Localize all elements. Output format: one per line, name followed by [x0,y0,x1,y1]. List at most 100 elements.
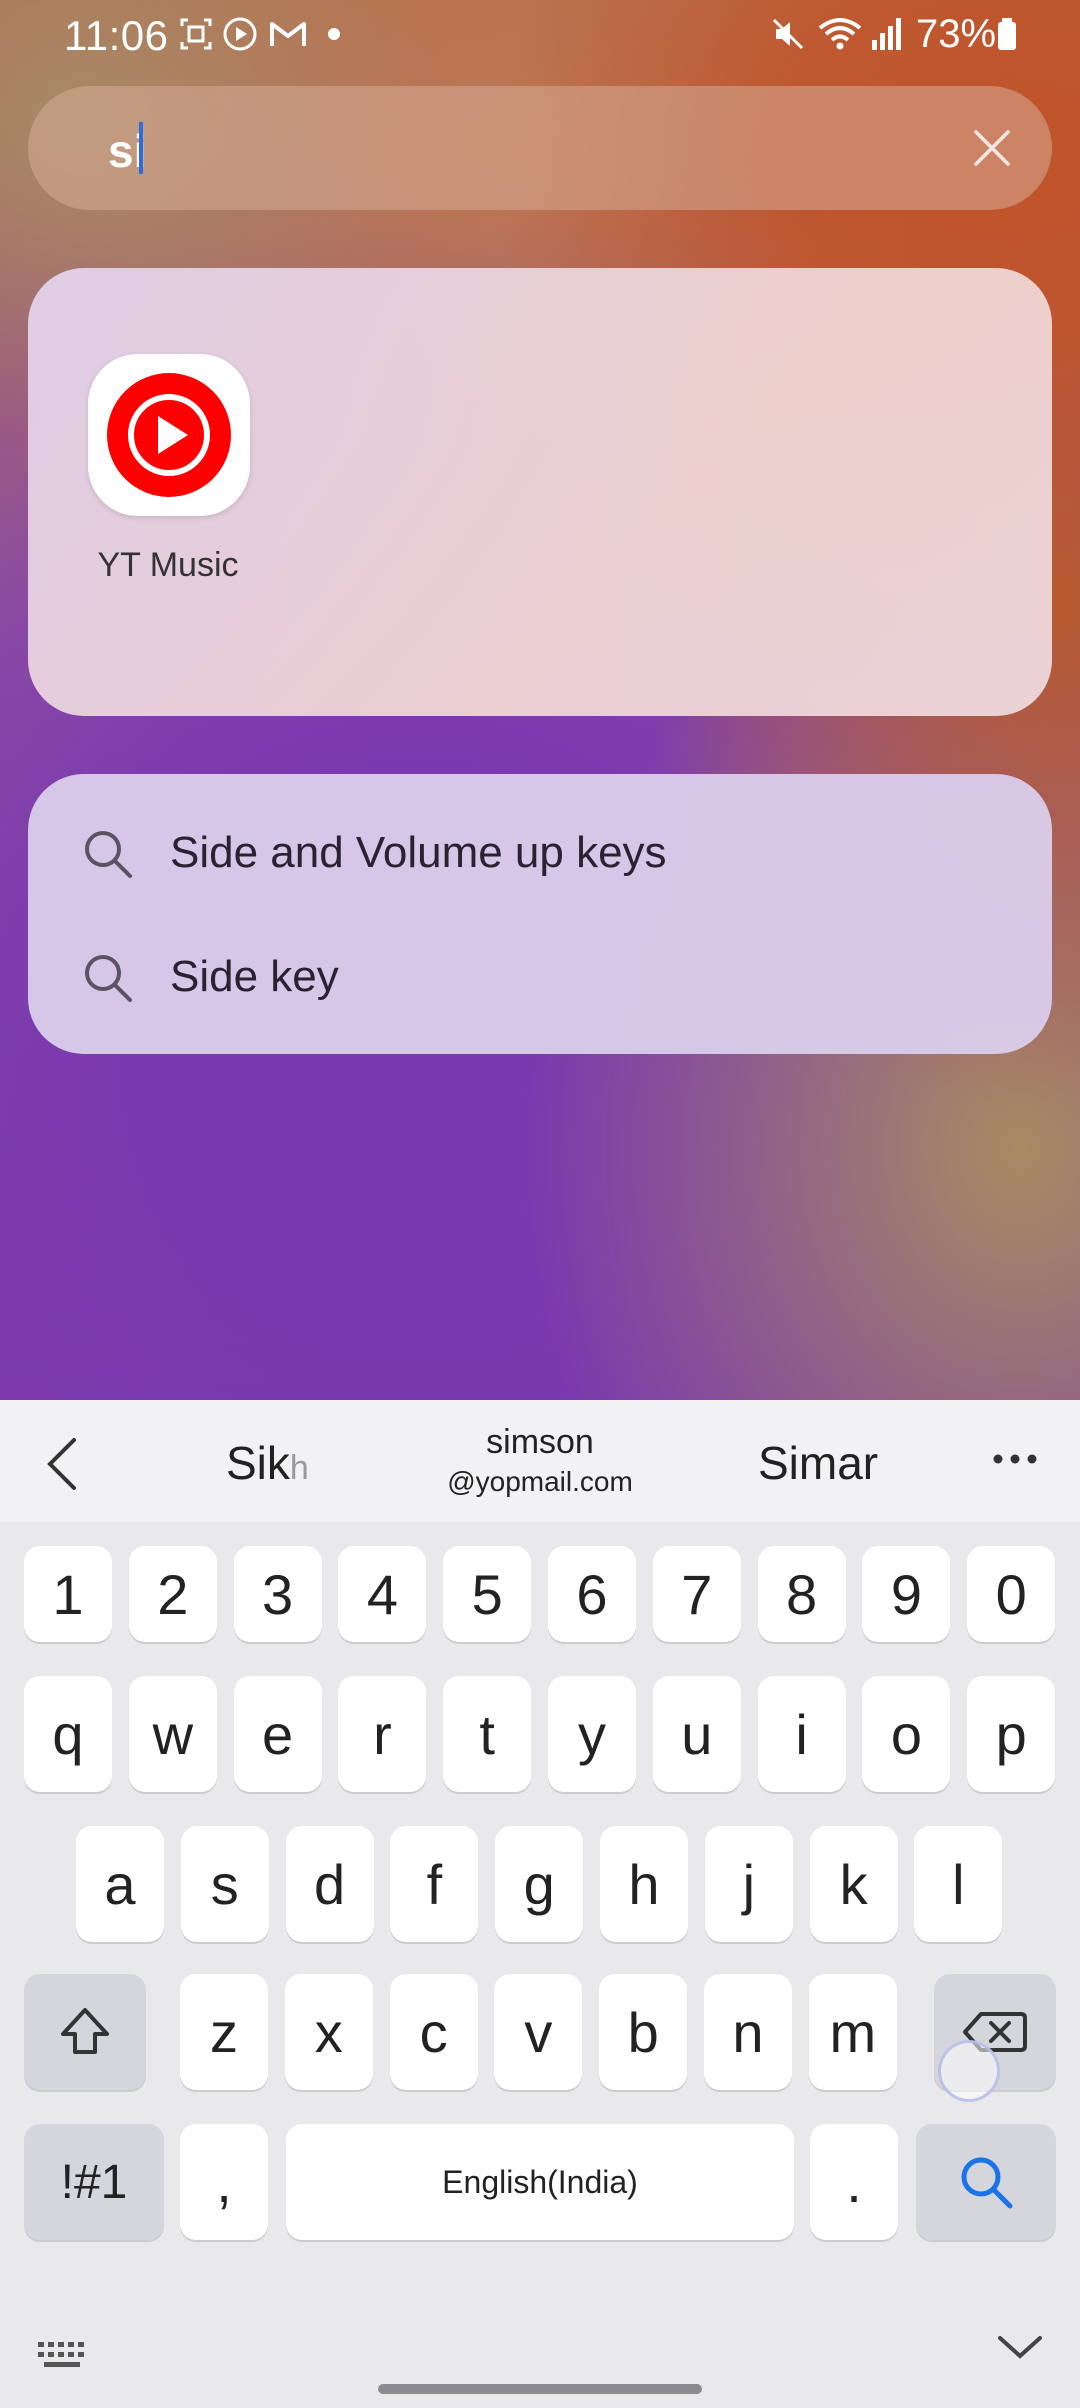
key-i[interactable]: i [757,1676,846,1792]
key-label: i [795,1702,808,1766]
key-8[interactable]: 8 [757,1546,846,1642]
prediction-center-bottom: @yopmail.com [447,1466,633,1497]
prediction-center-top: simson [486,1423,594,1461]
keyboard-switch-icon[interactable] [36,2340,88,2370]
comma-key[interactable]: , [180,2124,268,2240]
prediction-left[interactable]: Sikh [226,1436,309,1490]
key-label: 5 [471,1562,503,1626]
key-6[interactable]: 6 [548,1546,636,1642]
battery-percent: 73% [916,12,997,56]
key-q[interactable]: q [24,1676,112,1792]
key-k[interactable]: k [809,1826,898,1942]
key-h[interactable]: h [600,1826,688,1942]
key-label: k [839,1852,868,1916]
key-3[interactable]: 3 [233,1546,322,1642]
key-label: u [681,1702,713,1766]
key-n[interactable]: n [704,1974,792,2090]
key-label: d [314,1852,346,1916]
key-a[interactable]: a [76,1826,164,1942]
search-icon [85,955,132,1002]
period-key[interactable]: . [810,2124,898,2240]
key-1[interactable]: 1 [24,1546,112,1642]
key-4[interactable]: 4 [338,1546,427,1642]
key-label: e [262,1702,294,1766]
battery-icon [998,18,1016,50]
chevron-left-icon[interactable] [40,1436,86,1492]
key-label: 4 [366,1562,398,1626]
key-t[interactable]: t [443,1676,532,1792]
key-g[interactable]: g [495,1826,584,1942]
key-label: 3 [262,1562,294,1626]
key-label: 7 [681,1562,713,1626]
prediction-right-text: Simar [758,1437,879,1489]
hide-keyboard-icon[interactable] [996,2332,1044,2362]
prediction-left-ghost: h [289,1449,309,1487]
key-x[interactable]: x [284,1974,373,2090]
yt-music-icon [107,373,231,497]
key-label: 1 [52,1562,84,1626]
key-label: z [210,2000,238,2064]
key-s[interactable]: s [180,1826,269,1942]
key-label: m [829,2000,877,2064]
key-0[interactable]: 0 [967,1546,1056,1642]
key-label: c [419,2000,448,2064]
key-2[interactable]: 2 [128,1546,217,1642]
suggestion-label: Side and Volume up keys [170,828,667,877]
search-icon [85,831,132,878]
key-d[interactable]: d [285,1826,374,1942]
key-5[interactable]: 5 [443,1546,532,1642]
key-label: !#1 [60,2155,128,2209]
key-label: l [952,1852,965,1916]
key-label: t [479,1702,495,1766]
key-o[interactable]: o [862,1676,951,1792]
key-9[interactable]: 9 [862,1546,951,1642]
key-label: 0 [995,1562,1027,1626]
suggestion-item[interactable]: Side key [28,922,1052,1032]
prediction-bar: Sikh simson @yopmail.com Simar [0,1400,1080,1522]
key-f[interactable]: f [390,1826,479,1942]
key-j[interactable]: j [704,1826,793,1942]
text-cursor [139,122,143,174]
search-bar[interactable]: si [28,86,1052,210]
suggestions-card: Side and Volume up keys Side key [28,774,1052,1054]
key-label: 6 [576,1562,608,1626]
signal-icon [872,18,901,50]
suggestion-label: Side key [170,952,339,1001]
key-v[interactable]: v [494,1974,583,2090]
key-l[interactable]: l [914,1826,1003,1942]
key-7[interactable]: 7 [652,1546,741,1642]
key-label: , [216,2150,232,2214]
key-label: w [152,1702,194,1766]
key-y[interactable]: y [548,1676,636,1792]
prediction-left-text: Sik [226,1437,290,1489]
key-label: b [627,2000,659,2064]
symbols-key[interactable]: !#1 [24,2124,164,2240]
suggestion-item[interactable]: Side and Volume up keys [28,798,1052,908]
key-label: o [890,1702,922,1766]
key-w[interactable]: w [128,1676,217,1792]
prediction-center[interactable]: simson @yopmail.com [390,1422,690,1502]
search-key[interactable] [916,2124,1056,2240]
more-options-icon[interactable] [990,1444,1040,1474]
touch-indicator [938,2040,1000,2102]
key-c[interactable]: c [389,1974,478,2090]
key-label: h [628,1852,660,1916]
prediction-right[interactable]: Simar [758,1436,878,1490]
key-r[interactable]: r [338,1676,427,1792]
play-icon [223,17,257,51]
key-b[interactable]: b [599,1974,688,2090]
key-label: s [210,1852,239,1916]
dot-icon [328,28,340,40]
key-p[interactable]: p [967,1676,1056,1792]
key-label: a [104,1852,136,1916]
key-u[interactable]: u [652,1676,741,1792]
key-e[interactable]: e [233,1676,322,1792]
shift-key[interactable] [24,1974,146,2090]
space-bar[interactable]: English(India) [286,2124,794,2240]
key-m[interactable]: m [808,1974,897,2090]
app-result-yt-music[interactable] [88,354,250,516]
clear-search-button[interactable] [962,118,1022,178]
key-z[interactable]: z [180,1974,268,2090]
key-label: x [314,2000,343,2064]
key-label: . [846,2150,862,2214]
